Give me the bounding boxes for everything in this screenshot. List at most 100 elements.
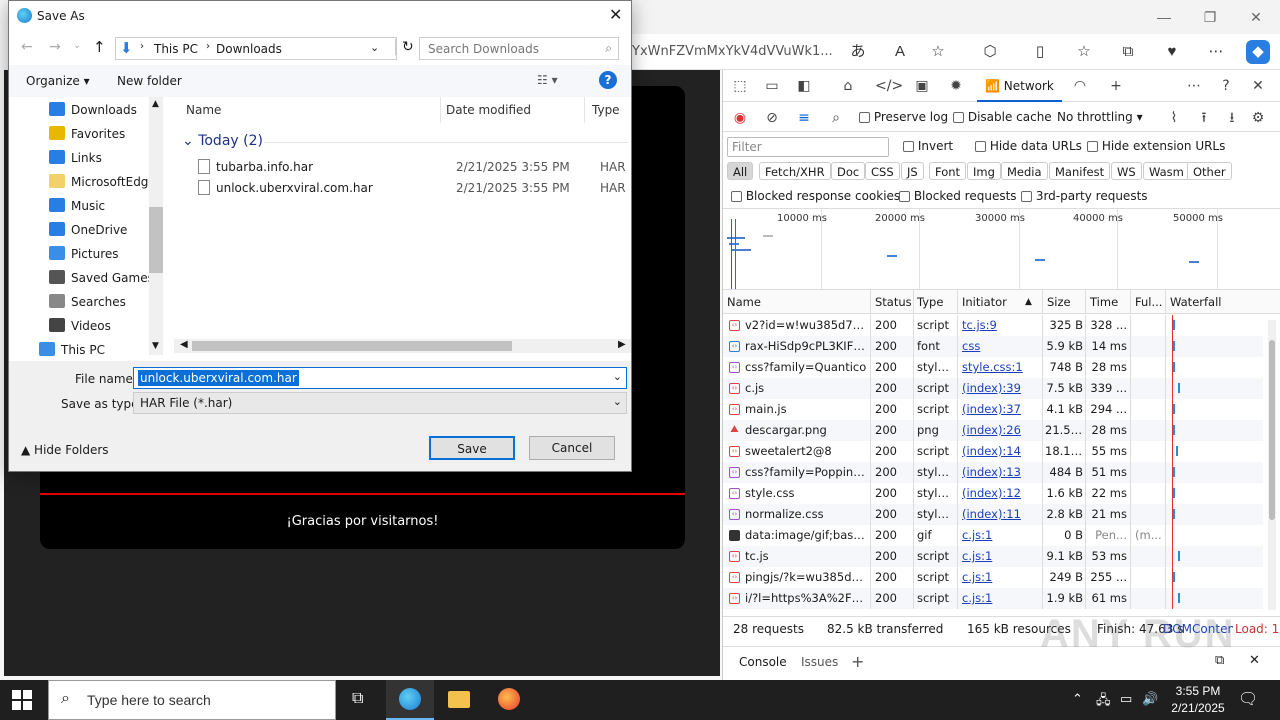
extensions-icon[interactable]: ⬡: [978, 40, 1002, 64]
file-row[interactable]: tubarba.info.har 2/21/2025 3:55 PM HAR F…: [194, 159, 630, 179]
up-arrow-icon[interactable]: ↑: [93, 38, 106, 56]
network-request-row[interactable]: ‹› normalize.css 200 style... (index):11 2.8 …: [723, 504, 1263, 525]
sources-tab-icon[interactable]: ✹: [945, 75, 967, 97]
taskbar-edge[interactable]: [386, 680, 434, 720]
blocked-requests-checkbox[interactable]: Blocked requests: [899, 189, 1017, 203]
close-dialog-icon[interactable]: ✕: [609, 5, 622, 24]
cell-initiator[interactable]: (index):14: [962, 444, 1036, 458]
hide-data-urls-checkbox[interactable]: Hide data URLs: [975, 139, 1082, 153]
col-initiator[interactable]: Initiator: [962, 295, 1007, 309]
col-name-header[interactable]: Name: [186, 103, 221, 117]
type-filter-wasm[interactable]: Wasm: [1143, 162, 1190, 180]
drawer-tab-issues[interactable]: Issues: [801, 655, 838, 669]
save-button[interactable]: Save: [429, 436, 515, 460]
cell-initiator[interactable]: css: [962, 339, 1036, 353]
throttling-select[interactable]: No throttling ▾: [1057, 110, 1143, 124]
organize-menu[interactable]: Organize ▾: [26, 74, 90, 88]
type-dropdown-icon[interactable]: ⌄: [613, 395, 622, 408]
help-icon[interactable]: ?: [1215, 75, 1237, 97]
disable-cache-checkbox[interactable]: Disable cache: [953, 110, 1052, 124]
help-icon[interactable]: ?: [599, 71, 617, 89]
file-hscrollbar[interactable]: ◀ ▶: [174, 339, 631, 353]
file-name-dropdown-icon[interactable]: ⌄: [613, 370, 622, 383]
col-status[interactable]: Status: [875, 295, 912, 309]
address-dropdown-icon[interactable]: ⌄: [370, 41, 379, 54]
favorite-star-icon[interactable]: ☆: [926, 40, 950, 64]
refresh-icon[interactable]: ↻: [395, 39, 414, 55]
restore-icon[interactable]: ❐: [1198, 6, 1222, 28]
view-options-icon[interactable]: ☷ ▾: [537, 73, 558, 87]
network-request-row[interactable]: ‹› main.js 200 script (index):37 4.1 kB 294 ..…: [723, 399, 1263, 420]
type-filter-doc[interactable]: Doc: [831, 162, 866, 180]
dock-icon[interactable]: ◧: [793, 75, 815, 97]
read-aloud-icon[interactable]: あ: [846, 40, 870, 64]
network-request-row[interactable]: ‹› i/?l=https%3A%2F%... 200 script c.js:1 1.9…: [723, 588, 1263, 609]
taskbar-search[interactable]: ⌕ Type here to search: [48, 680, 336, 720]
clock-date[interactable]: 2/21/2025: [1162, 701, 1234, 715]
performance-icon[interactable]: ♥: [1160, 40, 1184, 64]
type-filter-all[interactable]: All: [727, 162, 754, 180]
close-window-icon[interactable]: ✕: [1244, 6, 1268, 28]
device-toolbar-icon[interactable]: ▭: [761, 75, 783, 97]
col-date-header[interactable]: Date modified: [446, 103, 531, 117]
hide-folders-toggle[interactable]: ▲ Hide Folders: [21, 443, 109, 457]
network-request-row[interactable]: ⛰ descargar.png 200 png (index):26 21.5 ... 28…: [723, 420, 1263, 441]
invert-checkbox[interactable]: Invert: [903, 139, 953, 153]
save-as-type-select[interactable]: HAR File (*.har) ⌄: [133, 392, 627, 414]
type-filter-other[interactable]: Other: [1187, 162, 1232, 180]
type-filter-img[interactable]: Img: [967, 162, 1001, 180]
nav-item-saved-games[interactable]: Saved Games: [49, 267, 154, 289]
copilot-icon[interactable]: ◆: [1246, 40, 1270, 64]
favorites-icon[interactable]: ☆: [1072, 40, 1096, 64]
taskbar-firefox[interactable]: [486, 680, 534, 720]
filter-input[interactable]: Filter: [727, 137, 889, 157]
nav-item-videos[interactable]: Videos: [49, 315, 111, 337]
cell-initiator[interactable]: tc.js:9: [962, 318, 1036, 332]
new-folder-button[interactable]: New folder: [117, 74, 182, 88]
text-size-icon[interactable]: A: [888, 40, 912, 64]
cell-initiator[interactable]: (index):26: [962, 423, 1036, 437]
more-tabs-icon[interactable]: +: [1105, 75, 1127, 97]
nav-item-onedrive[interactable]: OneDrive: [49, 219, 127, 241]
rows-scrollbar[interactable]: [1268, 320, 1276, 610]
col-size[interactable]: Size: [1047, 295, 1071, 309]
network-request-row[interactable]: ‹› css?family=Quantico 200 style... style.cs…: [723, 357, 1263, 378]
record-icon[interactable]: ◉: [729, 107, 751, 129]
cell-initiator[interactable]: c.js:1: [962, 591, 1036, 605]
clear-icon[interactable]: ⊘: [761, 107, 783, 129]
col-name[interactable]: Name: [727, 295, 761, 309]
blocked-cookies-checkbox[interactable]: Blocked response cookies: [731, 189, 900, 203]
network-settings-icon[interactable]: ⚙: [1247, 107, 1269, 129]
minimize-icon[interactable]: —: [1152, 6, 1176, 28]
nav-item-favorites[interactable]: Favorites: [49, 123, 125, 145]
network-request-row[interactable]: ‹› tc.js 200 script c.js:1 9.1 kB 53 ms: [723, 546, 1263, 567]
type-filter-js[interactable]: JS: [901, 162, 924, 180]
filter-icon[interactable]: ≡: [793, 107, 815, 129]
back-arrow-icon[interactable]: ←: [21, 39, 33, 55]
type-filter-css[interactable]: CSS: [865, 162, 900, 180]
url-text[interactable]: YxWnFZVmMxYkV4dVVuWk1...: [632, 44, 833, 59]
network-request-row[interactable]: ‹› c.js 200 script (index):39 7.5 kB 339 ...: [723, 378, 1263, 399]
network-conditions-icon[interactable]: ⌇: [1163, 107, 1185, 129]
cell-initiator[interactable]: (index):12: [962, 486, 1036, 500]
col-waterfall[interactable]: Waterfall: [1170, 295, 1221, 309]
preserve-log-checkbox[interactable]: Preserve log: [859, 110, 948, 124]
nav-item-downloads[interactable]: Downloads: [49, 99, 137, 121]
notifications-icon[interactable]: 🗨: [1238, 689, 1258, 709]
network-request-row[interactable]: ‹› style.css 200 style... (index):12 1.6 kB 22…: [723, 483, 1263, 504]
volume-icon[interactable]: 🔊: [1142, 691, 1158, 707]
type-filter-media[interactable]: Media: [1001, 162, 1048, 180]
network-request-row[interactable]: data:image/gif;base... 200 gif c.js:1 0 B Pen…: [723, 525, 1263, 546]
col-type[interactable]: Type: [917, 295, 943, 309]
type-filter-font[interactable]: Font: [929, 162, 967, 180]
start-button[interactable]: [12, 690, 32, 710]
nav-item-microsoftedge[interactable]: MicrosoftEdge: [49, 171, 156, 193]
cell-initiator[interactable]: (index):13: [962, 465, 1036, 479]
file-row[interactable]: unlock.uberxviral.com.har 2/21/2025 3:55…: [194, 180, 630, 200]
devtools-more-icon[interactable]: ⋯: [1183, 75, 1205, 97]
close-drawer-icon[interactable]: ✕: [1249, 653, 1260, 668]
type-filter-ws[interactable]: WS: [1111, 162, 1142, 180]
tab-network[interactable]: 📶 Network: [977, 70, 1062, 102]
file-name-input[interactable]: unlock.uberxviral.com.har ⌄: [133, 367, 627, 389]
third-party-checkbox[interactable]: 3rd-party requests: [1021, 189, 1148, 203]
